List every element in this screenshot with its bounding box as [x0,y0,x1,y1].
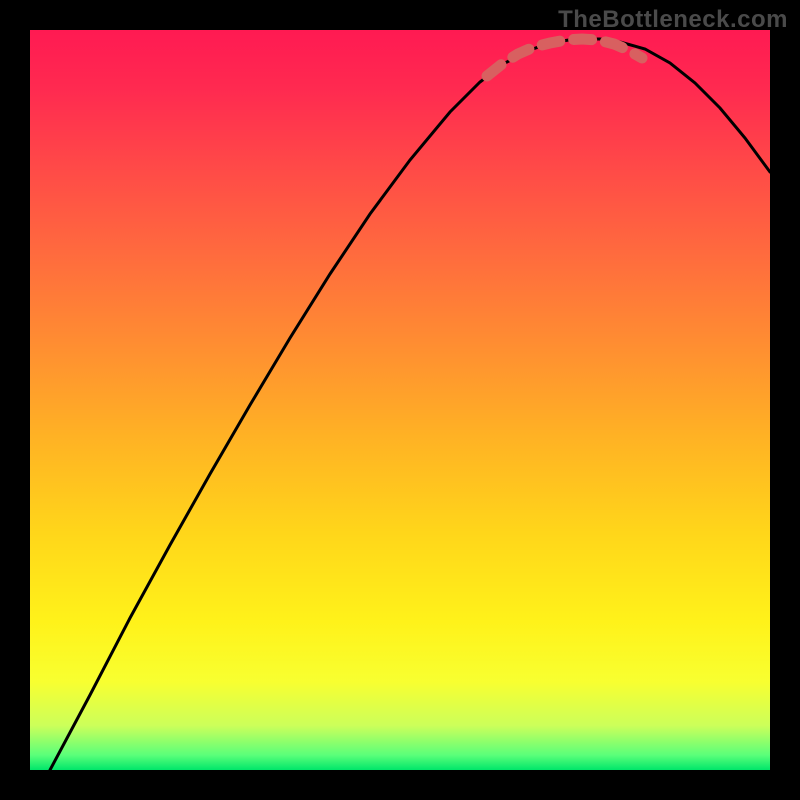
watermark-text: TheBottleneck.com [558,6,788,34]
bottleneck-curve [50,39,770,770]
curve-layer [30,30,770,770]
chart-frame: TheBottleneck.com [0,0,800,800]
optimal-range-marker [487,39,642,76]
plot-area [30,30,770,770]
